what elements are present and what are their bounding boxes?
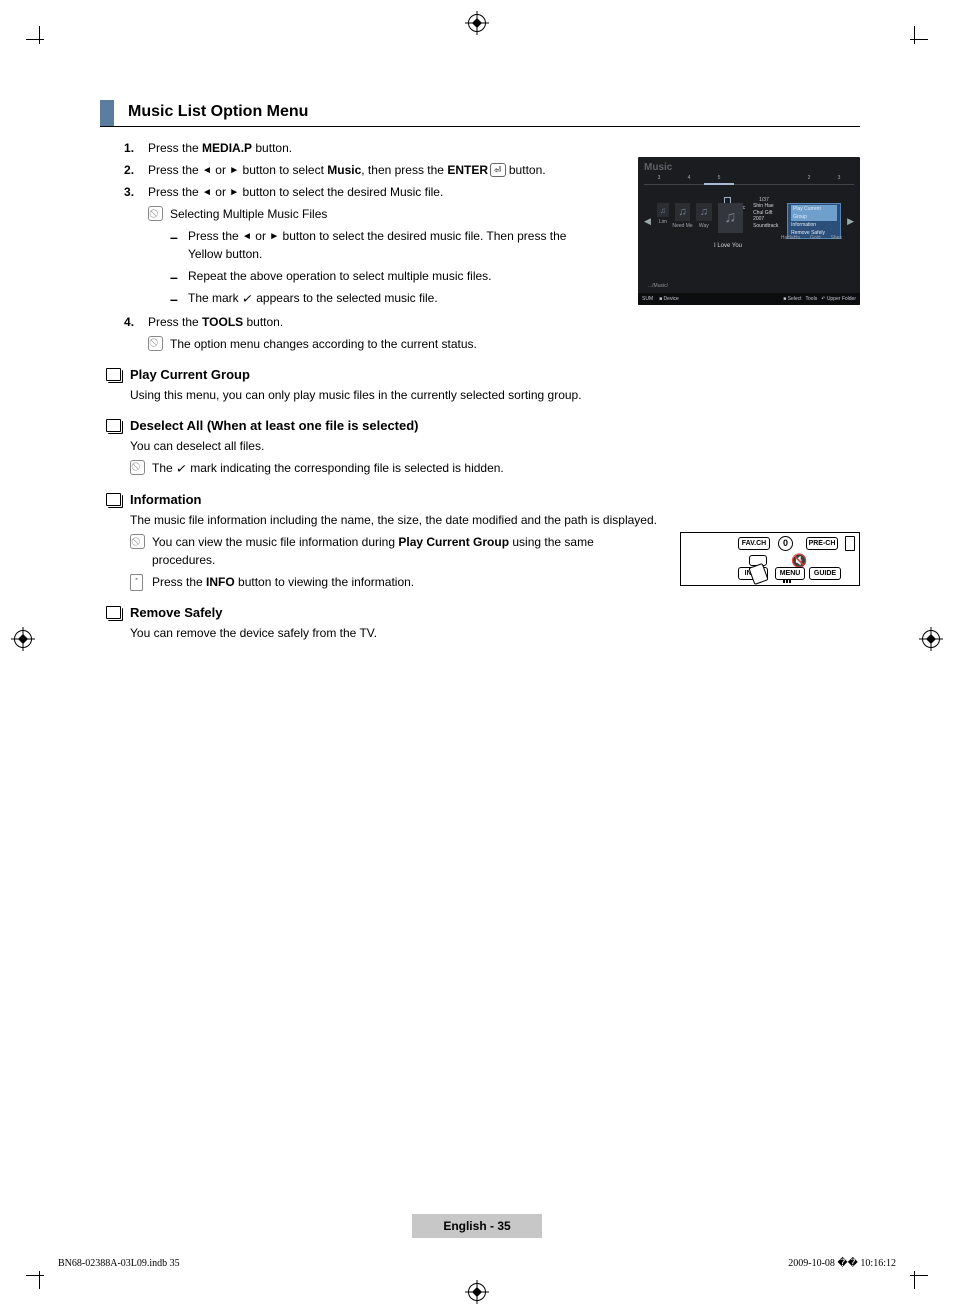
tv-tab (734, 175, 794, 185)
crop-mark (39, 1271, 40, 1289)
tv-tab: 2 (794, 175, 824, 185)
note-icon: ⃠ (148, 336, 163, 351)
crop-mark (26, 39, 44, 40)
page-footer: English - 35 (412, 1214, 542, 1238)
tv-thumb-cap: Lim (659, 219, 667, 225)
crop-mark (910, 39, 928, 40)
subsection-heading: Information (130, 492, 202, 507)
step-3-note: ⃠ Selecting Multiple Music Files (148, 205, 600, 223)
tv-bottom-bar: SUM ■ Device ■ Select Tools ↶ Upper Fold… (638, 293, 860, 305)
steps-list: Press the MEDIA.P button. Press the ◄ or… (100, 139, 600, 353)
registration-mark-right (922, 630, 940, 648)
square-icon (106, 493, 121, 506)
doc-meta-right: 2009-10-08 �� 10:16:12 (788, 1258, 896, 1269)
tv-tab: 3 (644, 175, 674, 185)
section-accent (100, 100, 114, 126)
note-icon: ⃠ (130, 460, 145, 475)
remote-icon: ▪ (130, 574, 143, 591)
tv-tab: 3 (824, 175, 854, 185)
step-1: Press the MEDIA.P button. (148, 139, 600, 157)
crop-mark (26, 1275, 44, 1276)
music-icon: ♫Lim (657, 203, 669, 217)
music-icon: ♫ (718, 203, 744, 233)
square-icon (106, 606, 121, 619)
tv-prev-arrow: ◀ (644, 216, 651, 227)
square-icon (106, 419, 121, 432)
tv-side-thumbs: HaHaHa Gold Shes (781, 235, 842, 241)
remote-side-button (845, 536, 855, 551)
subsection-heading: Play Current Group (130, 367, 250, 382)
tv-bottom-tools: Tools (806, 296, 818, 302)
dash-item: The mark ✓ appears to the selected music… (188, 289, 600, 309)
tv-screenshot: Music 3 4 5 2 3 Energetic 1/37 ◀ ♫Lim ♫N… (638, 157, 860, 305)
tv-popup-item: Play Current Group (791, 205, 837, 221)
subsection-play-current-group: Play Current Group Using this menu, you … (100, 367, 860, 404)
crop-mark (39, 26, 40, 44)
registration-mark-left (14, 630, 32, 648)
remote-illustration: FAV.CH 0 PRE-CH 🔇 INFO MENU GUIDE (680, 532, 860, 586)
crop-mark (914, 26, 915, 44)
registration-mark-bottom (468, 1283, 486, 1301)
tv-thumb-cap: Need Me (672, 223, 692, 229)
tv-app-title: Music (638, 157, 860, 175)
subsection-body: You can deselect all files. (130, 437, 860, 455)
tv-options-popup: Play Current Group Information Remove Sa… (787, 203, 841, 239)
subsection-body: You can remove the device safely from th… (100, 624, 860, 642)
square-icon (106, 368, 121, 381)
crop-mark (910, 1275, 928, 1276)
tv-bottom-sum: SUM (642, 296, 653, 302)
subsection-deselect-all: Deselect All (When at least one file is … (100, 418, 860, 479)
step-4: Press the TOOLS button. ⃠ The option men… (148, 313, 600, 353)
section-title-bar: Music List Option Menu (100, 100, 860, 127)
note-icon: ⃠ (148, 206, 163, 221)
remote-prech: PRE-CH (806, 537, 838, 550)
subsection-note: ⃠ The ✓ mark indicating the correspondin… (130, 459, 860, 479)
subsection-remote-note: ▪ Press the INFO button to viewing the i… (130, 573, 660, 591)
subsection-note: ⃠ You can view the music file informatio… (130, 533, 660, 569)
remote-zero: 0 (778, 536, 793, 551)
dash-item: Press the ◄ or ► button to select the de… (188, 227, 600, 263)
step-2: Press the ◄ or ► button to select Music,… (148, 161, 600, 179)
tv-tabs: 3 4 5 2 3 (638, 175, 860, 189)
tv-bottom-select: Select (788, 296, 802, 302)
subsection-body: The music file information including the… (130, 511, 660, 529)
registration-mark-top (468, 14, 486, 32)
music-icon: ♫Way (696, 203, 711, 221)
tv-tab: 4 (674, 175, 704, 185)
step-3-dashes: Press the ◄ or ► button to select the de… (148, 227, 600, 309)
tv-next-arrow: ▶ (847, 216, 854, 227)
tv-breadcrumb-path: .../Music/ (648, 283, 668, 289)
section-title: Music List Option Menu (128, 100, 308, 126)
enter-icon: ⏎ (490, 163, 506, 177)
tv-mood-count: 1/37 (759, 197, 769, 211)
tv-tab: 5 (704, 175, 734, 185)
remote-guide: GUIDE (809, 567, 841, 580)
note-icon: ⃠ (130, 534, 145, 549)
step-4-note: ⃠ The option menu changes according to t… (148, 335, 600, 353)
dash-item: Repeat the above operation to select mul… (188, 267, 600, 285)
subsection-heading: Deselect All (When at least one file is … (130, 418, 419, 433)
music-icon: ♫Need Me (675, 203, 690, 221)
subsection-body: Using this menu, you can only play music… (100, 386, 860, 404)
remote-menu-legs (783, 579, 795, 583)
crop-mark (914, 1271, 915, 1289)
remote-favch: FAV.CH (738, 537, 770, 550)
step-3: Press the ◄ or ► button to select the de… (148, 183, 600, 309)
subsection-information: Information The music file information i… (100, 492, 660, 591)
tv-bottom-upper: Upper Folder (827, 296, 856, 302)
tv-popup-item: Information (791, 221, 837, 229)
tv-track-title: I Love You (706, 243, 750, 249)
tv-bottom-device: Device (664, 296, 679, 302)
tv-thumb-cap: Way (699, 223, 709, 229)
subsection-heading: Remove Safely (130, 605, 223, 620)
subsection-remove-safely: Remove Safely You can remove the device … (100, 605, 860, 642)
doc-meta-left: BN68-02388A-03L09.indb 35 (58, 1258, 180, 1269)
